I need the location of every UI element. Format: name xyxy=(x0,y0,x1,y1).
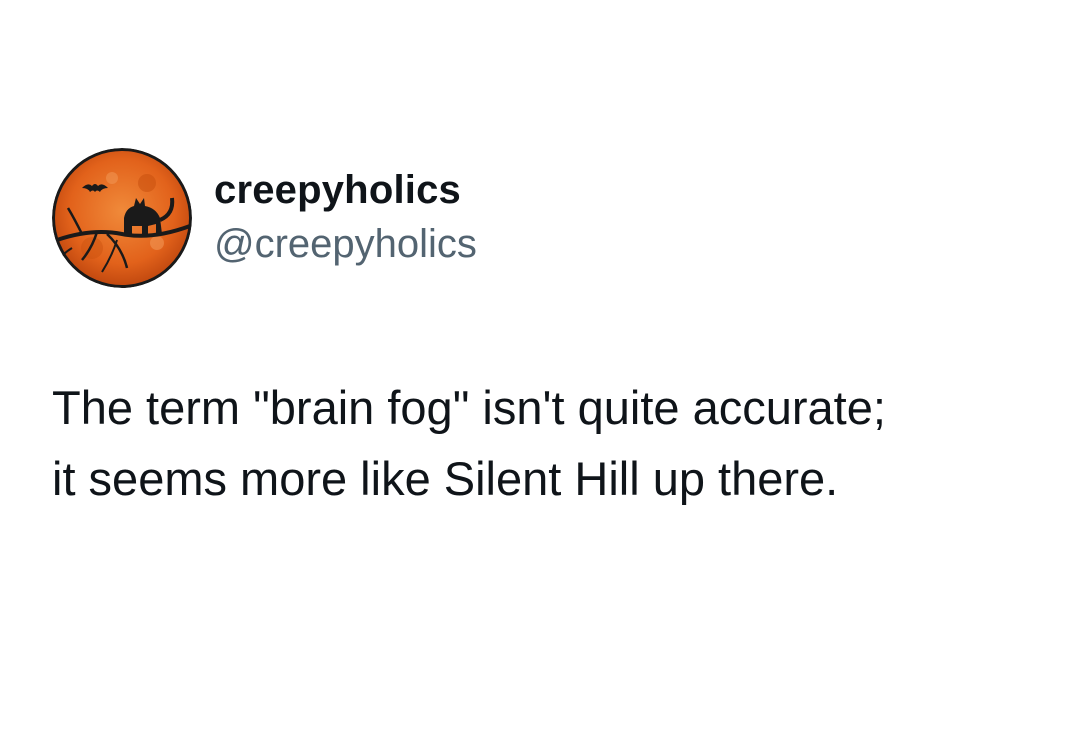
display-name[interactable]: creepyholics xyxy=(214,166,477,214)
tweet-text-line: The term "brain fog" isn't quite accurat… xyxy=(52,381,886,434)
orange-moon-black-cat-bat-icon xyxy=(52,148,192,288)
tweet-header: creepyholics @creepyholics xyxy=(52,148,477,288)
tweet-text-line: it seems more like Silent Hill up there. xyxy=(52,452,839,505)
author-identity: creepyholics @creepyholics xyxy=(214,166,477,268)
tweet-card: creepyholics @creepyholics The term "bra… xyxy=(0,0,1080,739)
avatar[interactable] xyxy=(52,148,192,288)
user-handle[interactable]: @creepyholics xyxy=(214,220,477,268)
tweet-text: The term "brain fog" isn't quite accurat… xyxy=(52,372,1052,514)
